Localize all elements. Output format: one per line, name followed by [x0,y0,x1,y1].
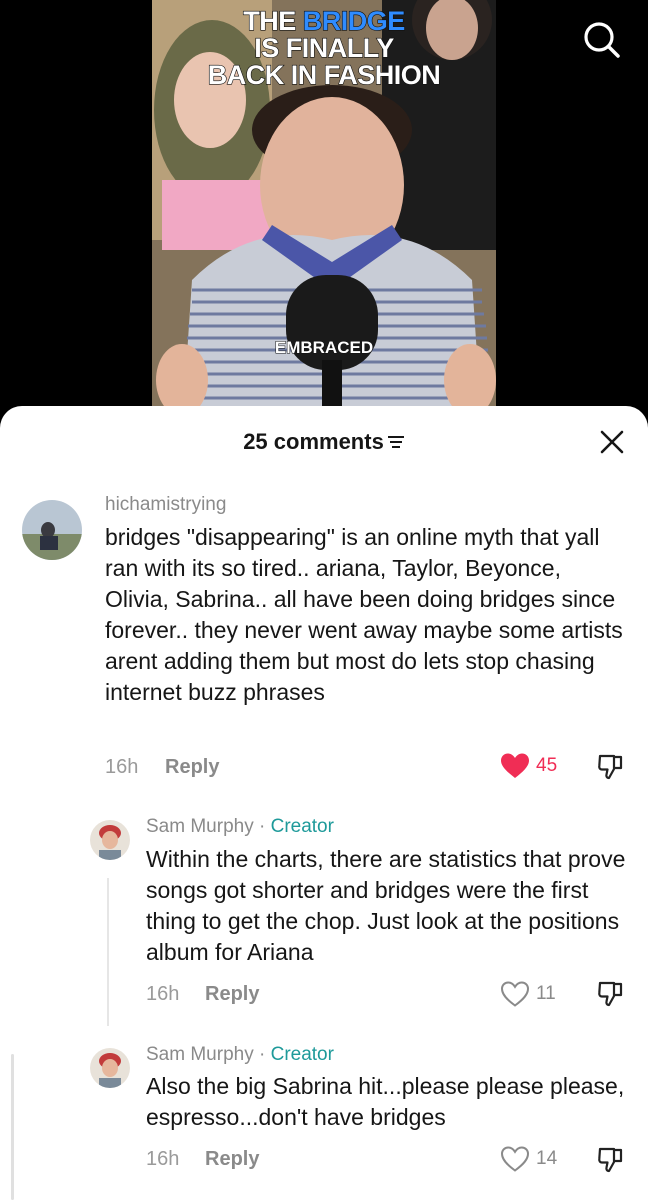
reply-text: Also the big Sabrina hit...please please… [146,1073,625,1130]
reply-time: 16h [146,1148,180,1170]
avatar[interactable] [90,820,130,860]
heart-filled-icon [501,753,529,778]
heart-outline-icon [500,1146,530,1172]
close-icon [600,430,624,454]
reply-time: 16h [146,983,180,1005]
like-count: 45 [536,755,558,776]
thread-line [107,878,109,1026]
reply-button[interactable]: Reply [205,1148,259,1171]
comment-text: bridges "disappearing" is an online myth… [105,524,623,705]
reply-author: Sam Murphy [146,1044,254,1065]
like-button[interactable]: 11 [500,980,556,1008]
headline-text: THE [243,6,303,36]
like-count: 14 [536,1148,558,1169]
reply-text: Within the charts, there are statistics … [146,846,626,965]
video-headline: THE BRIDGE IS FINALLY BACK IN FASHION [152,6,496,90]
search-button[interactable] [580,18,624,62]
comment-count: 25 comments [243,429,384,455]
avatar[interactable] [22,500,82,560]
like-button[interactable]: 45 [500,752,557,780]
headline-line-2: IS FINALLY [254,33,395,63]
search-icon [584,22,620,58]
dislike-button[interactable] [596,978,626,1008]
reply-button[interactable]: Reply [165,756,219,779]
avatar[interactable] [90,1048,130,1088]
scrollbar[interactable] [11,1054,14,1200]
separator: · [253,1044,271,1065]
headline-highlight: BRIDGE [302,6,406,36]
creator-badge: Creator [270,816,334,837]
thumbs-down-icon [598,1147,623,1173]
reply-username[interactable]: Sam Murphy · Creator [146,816,334,838]
like-count: 11 [536,983,556,1004]
comments-header: 25 comments [0,406,648,478]
reply-author: Sam Murphy [146,816,254,837]
comment-time: 16h [105,756,139,778]
thumbs-down-icon [598,981,623,1007]
thumbs-down-icon [598,754,623,780]
reply-button[interactable]: Reply [205,983,259,1006]
dislike-button[interactable] [596,1144,626,1174]
reply-username[interactable]: Sam Murphy · Creator [146,1044,334,1066]
heart-outline-icon [500,981,530,1007]
sort-filter-icon[interactable] [387,434,405,450]
video-caption: EMBRACED [274,338,374,358]
dislike-button[interactable] [596,751,626,781]
video-player[interactable]: THE BRIDGE IS FINALLY BACK IN FASHION EM… [0,0,648,430]
separator: · [253,816,271,837]
like-button[interactable]: 14 [500,1145,557,1173]
creator-badge: Creator [270,1044,334,1065]
comment-username[interactable]: hichamistrying [105,494,226,516]
headline-line-3: BACK IN FASHION [207,60,441,90]
close-comments-button[interactable] [596,426,628,458]
